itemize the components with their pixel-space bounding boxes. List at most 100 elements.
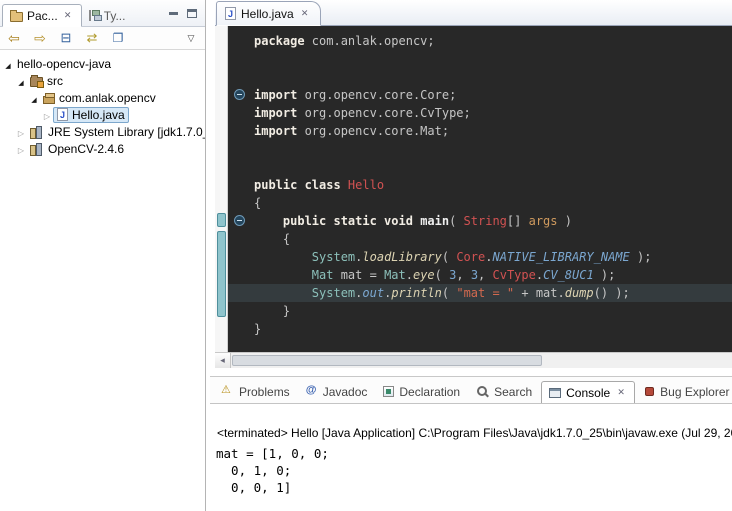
tree-item[interactable]: OpenCV-2.4.6 [0,140,205,157]
code-token [254,214,283,228]
link-with-editor-icon[interactable] [84,30,100,46]
twistie-icon[interactable] [2,57,14,71]
code-line[interactable]: } [228,320,732,338]
code-token: ( [442,250,456,264]
minimize-icon[interactable] [169,12,178,15]
twistie-icon[interactable] [15,125,27,139]
tab-declaration[interactable]: Declaration [376,380,467,403]
code-token: , [456,268,470,282]
code-token: Core [456,250,485,264]
tab-console[interactable]: Console [541,381,635,404]
java-file-icon [225,7,236,20]
console-content: <terminated> Hello [Java Application] C:… [210,404,732,511]
twistie-icon[interactable] [15,142,27,156]
twistie-icon[interactable] [15,74,27,88]
view-menu-icon[interactable] [183,30,199,46]
tab-label: Bug Explorer [660,385,729,399]
code-line[interactable]: System.out.println( "mat = " + mat.dump(… [228,284,732,302]
code-token: public class [254,178,348,192]
code-line[interactable]: package com.anlak.opencv; [228,32,732,50]
tab-label: Problems [239,385,290,399]
twistie-icon[interactable] [28,91,40,105]
code-line[interactable]: public static void main( String[] args ) [228,212,732,230]
code-token: { [254,232,290,246]
code-line[interactable]: { [228,194,732,212]
forward-icon[interactable] [32,30,48,46]
code-token: [] [507,214,529,228]
fold-collapse-icon[interactable] [234,215,245,226]
code-line[interactable] [228,158,732,176]
code-token: System [312,250,355,264]
console-icon [549,388,561,398]
code-token [254,286,312,300]
code-token: ); [594,268,616,282]
maximize-icon[interactable] [187,9,197,18]
back-icon[interactable] [6,30,22,46]
project-tree: hello-opencv-javasrccom.anlak.opencvHell… [0,50,205,157]
range-indicator [217,213,226,227]
code-token: , [478,268,492,282]
library-icon [30,143,44,155]
code-token: import [254,88,297,102]
code-token: ( [435,268,449,282]
tree-item-content[interactable]: OpenCV-2.4.6 [27,141,127,157]
code-line[interactable] [228,50,732,68]
tab-type-hierarchy[interactable]: Ty... [82,4,133,27]
tree-item[interactable]: com.anlak.opencv [0,89,205,106]
code-line[interactable]: { [228,230,732,248]
code-token: println [391,286,442,300]
tree-item-content[interactable]: Hello.java [53,107,129,123]
tree-item-content[interactable]: com.anlak.opencv [40,90,159,106]
code-line[interactable] [228,68,732,86]
tree-item-content[interactable]: hello-opencv-java [14,56,114,72]
code-line[interactable]: import org.opencv.core.Mat; [228,122,732,140]
tree-item[interactable]: Hello.java [0,106,205,123]
code-token: System [312,286,355,300]
scrollbar-thumb[interactable] [232,355,542,366]
code-area[interactable]: package com.anlak.opencv; import org.open… [228,26,732,352]
code-line[interactable]: public class Hello [228,176,732,194]
twistie-icon[interactable] [41,108,53,122]
code-token [254,268,312,282]
editor-hscrollbar[interactable] [215,352,732,368]
code-line[interactable]: import org.opencv.core.Core; [228,86,732,104]
code-token: dump [565,286,594,300]
close-icon[interactable] [615,387,627,399]
scroll-left-icon[interactable] [215,353,231,368]
code-token: ( [449,214,463,228]
code-token: NATIVE_LIBRARY_NAME [492,250,629,264]
tree-item-content[interactable]: JRE System Library [jdk1.7.0_25] [27,124,205,140]
annotation-ruler[interactable] [215,26,228,352]
bottom-tabbar: Problems JavadocDeclarationSearchConsole B… [210,377,732,404]
tab-problems[interactable]: Problems [214,380,297,403]
code-token: ) [558,214,572,228]
code-token: eye [413,268,435,282]
code-token: ( [442,286,456,300]
tab-label: Pac... [27,9,58,23]
close-icon[interactable] [62,10,74,22]
tree-item[interactable]: src [0,72,205,89]
collapse-all-icon[interactable] [58,30,74,46]
tab-package-explorer[interactable]: Pac... [2,4,82,27]
library-icon [30,126,44,138]
code-line[interactable] [228,140,732,158]
tree-item-content[interactable]: src [27,73,66,89]
close-icon[interactable] [299,8,311,20]
code-token: String [464,214,507,228]
tab-javadoc[interactable]: Javadoc [299,380,375,403]
focus-icon[interactable] [110,30,126,46]
console-output[interactable]: mat = [1, 0, 0; 0, 1, 0; 0, 0, 1] [210,445,732,496]
code-line[interactable]: System.loadLibrary( Core.NATIVE_LIBRARY_… [228,248,732,266]
code-line[interactable]: Mat mat = Mat.eye( 3, 3, CvType.CV_8UC1 … [228,266,732,284]
declaration-icon [383,386,394,397]
code-line[interactable]: } [228,302,732,320]
code-token: Mat [312,268,334,282]
code-line[interactable]: import org.opencv.core.CvType; [228,104,732,122]
tab-bug-explorer[interactable]: Bug Explorer [637,380,732,403]
fold-collapse-icon[interactable] [234,89,245,100]
tree-item[interactable]: hello-opencv-java [0,55,205,72]
editor-tab-hello-java[interactable]: Hello.java [216,1,321,26]
tree-item[interactable]: JRE System Library [jdk1.7.0_25] [0,123,205,140]
bug-icon [645,387,654,396]
tab-search[interactable]: Search [469,380,539,403]
